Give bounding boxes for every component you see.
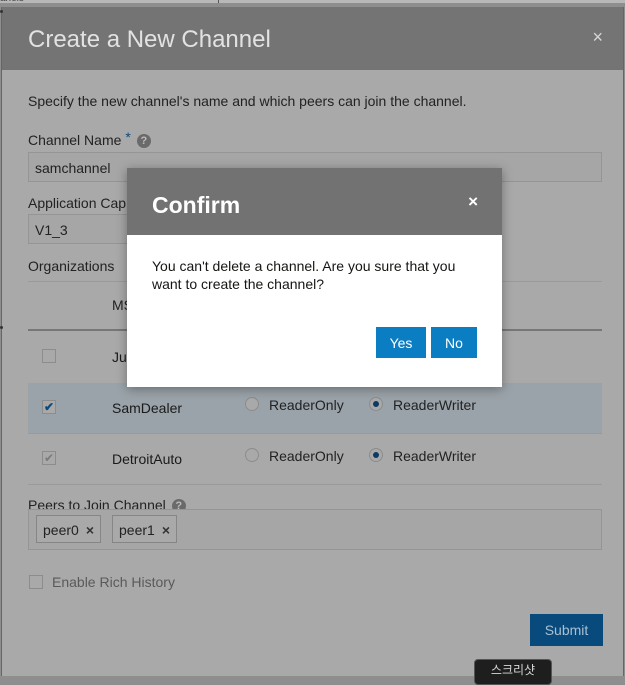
required-marker: * <box>125 129 131 145</box>
peers-select[interactable]: peer0 × peer1 × <box>28 509 602 550</box>
org-checkbox[interactable] <box>42 349 56 363</box>
organizations-label: Organizations <box>28 258 115 274</box>
confirm-header: Confirm × <box>127 168 502 235</box>
confirm-dialog: Confirm × You can't delete a channel. Ar… <box>127 168 502 387</box>
rich-history-checkbox[interactable] <box>29 575 43 589</box>
rich-history-label: Enable Rich History <box>52 574 175 590</box>
reader-only-radio[interactable] <box>245 448 259 462</box>
org-checkbox-checked[interactable]: ✔ <box>42 451 56 465</box>
peer-chip: peer0 × <box>36 515 101 543</box>
reader-only-radio[interactable] <box>245 397 259 411</box>
screenshot-tooltip: 스크리샷 <box>474 659 552 685</box>
background-app-strip <box>0 0 625 3</box>
submit-button[interactable]: Submit <box>530 614 603 646</box>
background-tick <box>218 0 219 3</box>
peer-chip: peer1 × <box>112 515 177 543</box>
channel-name-label: Channel Name *? <box>28 129 151 148</box>
channel-name-label-text: Channel Name <box>28 132 122 148</box>
yes-button[interactable]: Yes <box>376 327 426 358</box>
confirm-title: Confirm <box>152 192 241 218</box>
reader-writer-radio[interactable] <box>369 397 383 411</box>
dialog-description: Specify the new channel's name and which… <box>28 93 467 109</box>
application-capability-label: Application Cap <box>28 195 127 211</box>
remove-icon[interactable]: × <box>162 522 170 538</box>
remove-icon[interactable]: × <box>86 522 94 538</box>
background-app-text: anels <box>0 0 24 4</box>
reader-writer-label: ReaderWriter <box>393 397 476 413</box>
dialog-header: Create a New Channel × <box>2 7 623 70</box>
help-icon[interactable]: ? <box>136 134 151 148</box>
org-name: DetroitAuto <box>112 451 183 467</box>
dialog-title: Create a New Channel <box>28 26 271 53</box>
reader-writer-label: ReaderWriter <box>393 448 476 464</box>
org-name: SamDealer <box>112 400 183 416</box>
org-name: Ju <box>112 349 127 365</box>
reader-writer-radio[interactable] <box>369 448 383 462</box>
row-divider <box>28 484 602 485</box>
peer-chip-label: peer1 <box>119 522 155 538</box>
reader-only-label: ReaderOnly <box>269 397 344 413</box>
org-row-samdealer[interactable]: ✔ SamDealer ReaderOnly ReaderWriter <box>28 383 602 433</box>
edge-marker <box>0 10 3 13</box>
org-checkbox-checked[interactable]: ✔ <box>42 400 56 414</box>
reader-only-label: ReaderOnly <box>269 448 344 464</box>
org-row-detroitauto[interactable]: ✔ DetroitAuto ReaderOnly ReaderWriter <box>28 434 602 484</box>
confirm-message: You can't delete a channel. Are you sure… <box>152 258 456 292</box>
dialog-close-icon[interactable]: × <box>592 27 603 48</box>
no-button[interactable]: No <box>431 327 477 358</box>
application-capability-select[interactable]: V1_3 <box>28 214 138 244</box>
peer-chip-label: peer0 <box>43 522 79 538</box>
confirm-close-icon[interactable]: × <box>468 192 478 212</box>
edge-marker <box>0 326 3 329</box>
